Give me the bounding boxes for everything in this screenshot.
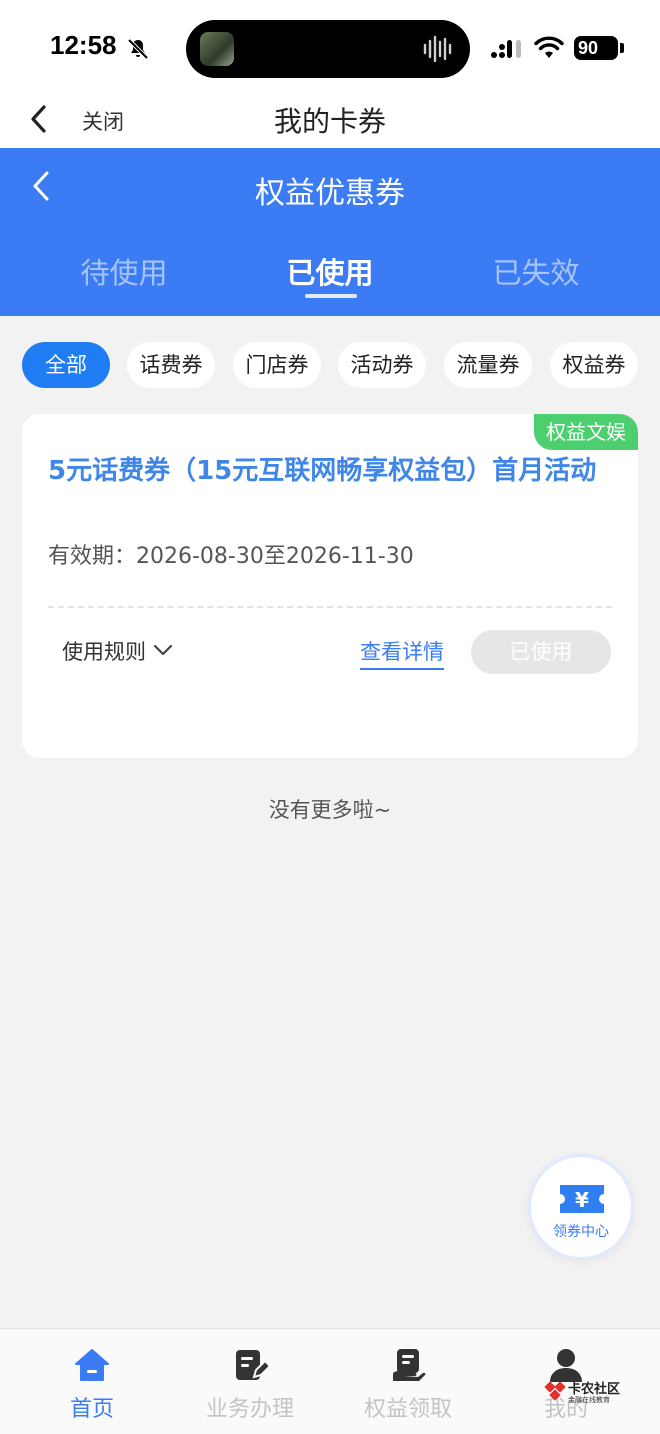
ticket-symbol: ¥ [575, 1188, 589, 1212]
now-playing-thumbnail [200, 32, 234, 66]
coupon-center-label: 领券中心 [553, 1224, 609, 1240]
used-status-button: 已使用 [471, 630, 611, 674]
ticket-icon: ¥ [560, 1185, 604, 1213]
status-bar: 12:58 90 [0, 0, 660, 96]
bell-muted-icon [127, 38, 149, 60]
validity-period: 有效期：2026-08-30至2026-11-30 [48, 544, 414, 569]
end-of-list-text: 没有更多啦~ [268, 798, 392, 822]
tabbar-home[interactable]: 首页 [12, 1329, 172, 1434]
battery-cap [620, 43, 624, 53]
coupon-center-button[interactable]: ¥ 领券中心 [528, 1154, 634, 1260]
tabbar-benefits[interactable]: 权益领取 [328, 1329, 488, 1434]
coupon-card[interactable]: 权益文娱 5元话费券（15元互联网畅享权益包）首月活动 有效期：2026-08-… [22, 414, 638, 758]
chip-store[interactable]: 门店券 [233, 342, 321, 388]
tabbar-business-label: 业务办理 [205, 1397, 294, 1422]
signal-icon [491, 40, 521, 58]
home-icon [75, 1349, 109, 1381]
coupon-header: 权益优惠券 待使用 已使用 已失效 [0, 148, 660, 316]
filter-chips: 全部 话费券 门店券 活动券 流量券 权益券 [0, 342, 660, 390]
tabbar-home-label: 首页 [69, 1397, 114, 1422]
status-time: 12:58 [50, 30, 117, 60]
waveform-icon [423, 35, 452, 63]
usage-rules-toggle[interactable]: 使用规则 [62, 636, 146, 666]
chip-phone-bill[interactable]: 话费券 [127, 342, 215, 388]
page-title: 权益优惠券 [255, 176, 405, 211]
chevron-down-icon[interactable] [152, 642, 174, 658]
watermark-subtitle: 金融在线教育 [568, 1396, 610, 1404]
edit-doc-icon [236, 1350, 268, 1380]
receive-icon [393, 1349, 426, 1381]
coupon-title: 5元话费券（15元互联网畅享权益包）首月活动 [48, 456, 597, 486]
active-tab-indicator [305, 294, 357, 298]
wifi-icon [534, 36, 564, 58]
category-tag: 权益文娱 [534, 414, 638, 450]
dynamic-island [186, 20, 470, 78]
tabbar-benefits-label: 权益领取 [363, 1397, 452, 1422]
tab-used[interactable]: 已使用 [260, 250, 400, 292]
chip-all[interactable]: 全部 [22, 342, 110, 388]
tab-expired[interactable]: 已失效 [466, 250, 606, 292]
chip-data-traffic[interactable]: 流量券 [444, 342, 532, 388]
nav-title: 我的卡券 [273, 105, 386, 138]
nav-bar: 关闭 我的卡券 [0, 96, 660, 148]
view-details-link[interactable]: 查看详情 [360, 636, 444, 670]
dashed-divider [48, 606, 612, 608]
tab-pending[interactable]: 待使用 [54, 250, 194, 292]
chip-activity[interactable]: 活动券 [338, 342, 426, 388]
chip-benefit[interactable]: 权益券 [550, 342, 638, 388]
tabbar-business[interactable]: 业务办理 [170, 1329, 330, 1434]
battery-indicator: 90 [574, 36, 618, 60]
